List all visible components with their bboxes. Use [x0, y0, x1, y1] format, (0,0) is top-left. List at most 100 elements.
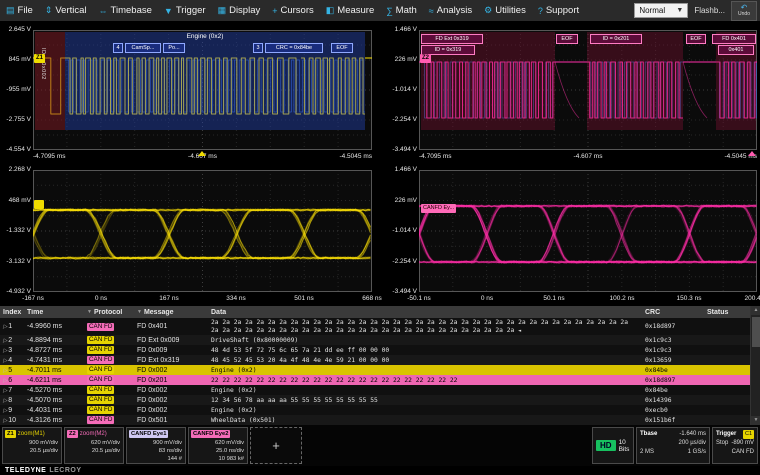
- trace-descriptor[interactable]: CANFD Eye2620 mV/div25.0 ns/div10 983 k#: [188, 427, 248, 464]
- cell-data: DriveShaft (0x80000009): [208, 337, 642, 344]
- table-row[interactable]: ▷2-4.8894 msCAN FDFD Ext 0x009DriveShaft…: [0, 335, 750, 345]
- scroll-down-icon[interactable]: ▼: [751, 416, 760, 425]
- cell-time: -4.5070 ms: [24, 397, 84, 404]
- table-row[interactable]: ▷8-4.5070 msCAN FDFD 0x00212 34 56 78 aa…: [0, 395, 750, 405]
- col-header-index[interactable]: Index: [0, 309, 24, 316]
- table-row[interactable]: ▷1-4.9960 msCAN FDFD 0x4012a 2a 2a 2a 2a…: [0, 318, 750, 335]
- x-axis-label: 501 ns: [294, 295, 314, 302]
- cell-index[interactable]: ▷10: [0, 417, 24, 424]
- cell-protocol: CAN FD: [84, 346, 134, 354]
- add-trace-button[interactable]: +: [250, 427, 302, 464]
- row-expand-icon[interactable]: ▷: [3, 388, 7, 394]
- cell-index[interactable]: ▷8: [0, 397, 24, 404]
- cell-protocol: CAN FD: [84, 386, 134, 394]
- row-expand-icon[interactable]: ▷: [3, 324, 7, 330]
- scroll-up-icon[interactable]: ▲: [751, 306, 760, 315]
- menu-item-support[interactable]: ?Support: [532, 0, 585, 21]
- timebase-box[interactable]: Tbase-1.640 ms 200 µs/div 2 MS1 GS/s: [636, 427, 710, 464]
- row-expand-icon[interactable]: ▷: [3, 368, 7, 374]
- row-expand-icon[interactable]: ▷: [3, 408, 7, 414]
- row-expand-icon[interactable]: ▷: [3, 358, 7, 364]
- cell-index[interactable]: ▷2: [0, 337, 24, 344]
- cell-index[interactable]: ▷5: [0, 367, 24, 374]
- cell-data: Engine (0x2): [208, 407, 642, 414]
- cell-message: FD Ext 0x009: [134, 337, 208, 344]
- zoom2-tag[interactable]: Z2: [420, 54, 431, 63]
- descriptor-dashboard: Z1zoom(M1)900 mV/div20.5 µs/divZ2zoom(M2…: [0, 425, 760, 466]
- menu-item-vertical[interactable]: ⇕Vertical: [39, 0, 93, 21]
- trigger-box[interactable]: TriggerC1 Stop-890 mV CAN FD: [712, 427, 758, 464]
- brand-teledyne: TELEDYNE: [5, 467, 46, 474]
- col-header-protocol[interactable]: ▼Protocol: [84, 309, 134, 316]
- setup-name-label: Flashb...: [694, 6, 725, 15]
- timebase-rate: 1 GS/s: [688, 448, 706, 457]
- cell-message: FD 0x401: [134, 323, 208, 330]
- col-header-crc[interactable]: CRC: [642, 309, 704, 316]
- cell-index[interactable]: ▷9: [0, 407, 24, 414]
- menu-item-analysis[interactable]: ≈Analysis: [423, 0, 478, 21]
- table-row[interactable]: ▷7-4.5270 msCAN FDFD 0x002Engine (0x2)0x…: [0, 385, 750, 395]
- descriptor-tag: CANFD Eye2: [191, 430, 230, 438]
- table-row[interactable]: ▷10-4.3126 msCAN FDFD 0x501WheelData (0x…: [0, 415, 750, 425]
- table-scrollbar[interactable]: ▲ ▼: [750, 306, 760, 425]
- math-icon: ∑: [386, 6, 392, 16]
- table-row[interactable]: ▷3-4.8727 msCAN FDFD 0x00948 4d 53 5f 72…: [0, 345, 750, 355]
- scrollbar-thumb[interactable]: [752, 317, 760, 347]
- table-row[interactable]: ▷4-4.7431 msCAN FDFD Ext 0x31948 45 52 4…: [0, 355, 750, 365]
- data-overflow-icon: ◄: [518, 328, 521, 334]
- cell-index[interactable]: ▷7: [0, 387, 24, 394]
- col-header-time[interactable]: Time: [24, 309, 84, 316]
- trace-descriptor[interactable]: Z1zoom(M1)900 mV/div20.5 µs/div: [2, 427, 62, 464]
- y-axis-label: 1.466 V: [387, 26, 417, 33]
- eye2-tag[interactable]: CANFD Ey...: [421, 204, 456, 213]
- menu-item-file[interactable]: ▤File: [0, 0, 39, 21]
- table-row[interactable]: ▷5-4.7011 msCAN FDFD 0x002Engine (0x2)0x…: [0, 365, 750, 375]
- cell-index[interactable]: ▷3: [0, 347, 24, 354]
- table-row[interactable]: ▷6-4.6211 msCAN FDFD 0x20122 22 22 22 22…: [0, 375, 750, 385]
- y-axis-label: -2.755 V: [1, 116, 31, 123]
- col-header-message[interactable]: ▼Message: [134, 309, 208, 316]
- table-row[interactable]: ▷9-4.4031 msCAN FDFD 0x002Engine (0x2)0x…: [0, 405, 750, 415]
- y-axis-label: -3.494 V: [387, 288, 417, 295]
- menu-item-cursors[interactable]: +Cursors: [266, 0, 320, 21]
- eye1-tag[interactable]: [34, 200, 44, 209]
- row-expand-icon[interactable]: ▷: [3, 398, 7, 404]
- protocol-chip: CAN FD: [87, 376, 114, 384]
- trigger-mode-dropdown[interactable]: Normal ▼: [634, 3, 688, 18]
- eye2-diagram[interactable]: [419, 170, 757, 292]
- cell-message: FD 0x002: [134, 367, 208, 374]
- timebase-label: Tbase: [640, 430, 657, 439]
- row-expand-icon[interactable]: ▷: [3, 348, 7, 354]
- decode-field-box: EOF: [331, 43, 353, 53]
- zoom1-tag[interactable]: Z1: [34, 54, 45, 63]
- decode-field-box: 3: [253, 43, 263, 53]
- menu-item-timebase[interactable]: ⇔Timebase: [93, 0, 158, 21]
- menu-item-measure[interactable]: ◧Measure: [320, 0, 380, 21]
- row-expand-icon[interactable]: ▷: [3, 418, 7, 424]
- cell-time: -4.6211 ms: [24, 377, 84, 384]
- row-expand-icon[interactable]: ▷: [3, 338, 7, 344]
- eye1-diagram[interactable]: [33, 170, 372, 292]
- menu-item-utilities[interactable]: ⚙Utilities: [478, 0, 532, 21]
- decode-table-header: IndexTime▼Protocol▼MessageDataCRCStatus: [0, 306, 750, 318]
- trace-descriptor[interactable]: CANFD Eye1900 mV/div83 ns/div144 #: [126, 427, 186, 464]
- decode-field-box: CRC = 0x84be: [265, 43, 323, 53]
- trace-descriptor[interactable]: Z2zoom(M2)620 mV/div20.5 µs/div: [64, 427, 124, 464]
- menu-item-label: File: [18, 5, 33, 16]
- display-icon: ▦: [218, 5, 227, 16]
- menu-item-trigger[interactable]: ▼Trigger: [158, 0, 212, 21]
- file-icon: ▤: [6, 5, 15, 16]
- col-header-data[interactable]: Data: [208, 309, 642, 316]
- cell-index[interactable]: ▷1: [0, 323, 24, 330]
- cell-index[interactable]: ▷4: [0, 357, 24, 364]
- cell-crc: 0x14396: [642, 397, 704, 404]
- col-header-status[interactable]: Status: [704, 309, 750, 316]
- undo-button[interactable]: ↶ Undo: [731, 1, 757, 21]
- hd-mode-box[interactable]: HD 10 Bits: [592, 427, 634, 464]
- menu-item-display[interactable]: ▦Display: [212, 0, 267, 21]
- cell-crc: 0x1c9c3: [642, 347, 704, 354]
- row-expand-icon[interactable]: ▷: [3, 378, 7, 384]
- menu-item-math[interactable]: ∑Math: [380, 0, 423, 21]
- cell-index[interactable]: ▷6: [0, 377, 24, 384]
- cell-protocol: CAN FD: [84, 366, 134, 374]
